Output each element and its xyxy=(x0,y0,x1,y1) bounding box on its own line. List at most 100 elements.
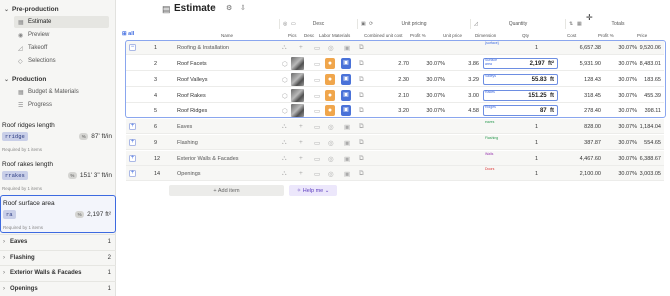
price-value[interactable]: 3,003.05 xyxy=(631,166,661,181)
add-icon[interactable]: + xyxy=(299,135,303,150)
user-icon[interactable]: ◎ xyxy=(328,151,334,166)
box-icon[interactable]: ▣ xyxy=(344,166,350,181)
price-value[interactable]: 183.65 xyxy=(631,72,661,87)
dimension-tag[interactable]: Flashing xyxy=(485,136,498,141)
dimension-tag[interactable]: eaves xyxy=(485,120,494,125)
table-row[interactable]: 3 Roof Valleys ⬡ ▭ ● ▣ ⧉ 2.30 30.07% 3.29 Valleys… xyxy=(126,72,664,87)
add-icon[interactable]: + xyxy=(299,119,303,134)
expand-toggle[interactable]: − xyxy=(129,44,136,51)
labor-icon[interactable]: ● xyxy=(325,90,335,101)
cost-value[interactable]: 4,467.60 xyxy=(566,151,601,166)
variable-card-rridge[interactable]: Roof ridges length rridge % 87' ft/in Re… xyxy=(0,118,116,156)
comment-icon[interactable]: ▭ xyxy=(314,103,320,118)
expand-toggle[interactable]: + xyxy=(129,139,136,146)
gear-icon[interactable]: ⚙ xyxy=(226,4,232,12)
roof-thumbnail[interactable] xyxy=(291,89,304,102)
group-icon[interactable]: ⛬ xyxy=(282,40,287,55)
add-icon[interactable]: + xyxy=(299,40,303,55)
link-icon[interactable]: ⧉ xyxy=(359,72,364,87)
column-group-unit-pricing[interactable]: ▣ ⟳ Unit pricing xyxy=(357,19,470,29)
row-name[interactable]: Roof Rakes xyxy=(177,88,206,103)
cost-value[interactable]: 387.87 xyxy=(566,135,601,150)
combined-unit-cost[interactable]: 3.20 xyxy=(374,103,409,118)
dimension-tag[interactable]: Walls xyxy=(485,152,493,157)
comment-icon[interactable]: ▭ xyxy=(314,56,320,71)
expand-toggle[interactable]: + xyxy=(129,123,136,130)
table-row[interactable]: +9 Flashing ⛬ + ▭ ◎ ▣ ⧉ Flashing 1 387.87 30.07% 554… xyxy=(126,135,664,150)
comment-icon[interactable]: ▭ xyxy=(314,151,320,166)
table-row[interactable]: − 1 Roofing & Installation ⛬ + ▭ ◎ ▣ ⧉ {surface} 1… xyxy=(126,40,664,55)
comment-icon[interactable]: ▭ xyxy=(314,72,320,87)
expand-all-link[interactable]: ⊞ all xyxy=(122,31,134,37)
user-icon[interactable]: ◎ xyxy=(328,40,334,55)
box-icon[interactable]: ▣ xyxy=(344,119,350,134)
roof-thumbnail[interactable] xyxy=(291,73,304,86)
variable-value[interactable]: % 151' 3" ft/in xyxy=(67,172,112,179)
link-icon[interactable]: ⧉ xyxy=(359,151,364,166)
unit-profit[interactable]: 30.07% xyxy=(410,88,445,103)
column-header-combined[interactable]: Combined unit cost xyxy=(364,33,403,40)
link-icon[interactable]: ⧉ xyxy=(359,166,364,181)
combined-unit-cost[interactable]: 2.10 xyxy=(374,88,409,103)
unit-profit[interactable]: 30.07% xyxy=(410,72,445,87)
price-value[interactable]: 398.11 xyxy=(631,103,661,118)
table-row[interactable]: +14 Openings ⛬ + ▭ ◎ ▣ ⧉ Doors 1 2,100.00 30.07% 3,0… xyxy=(126,166,664,181)
group-icon[interactable]: ⛬ xyxy=(282,151,287,166)
unit-price[interactable]: 4.58 xyxy=(446,103,479,118)
column-group-desc[interactable]: ◎ ▭ Desc xyxy=(279,19,357,29)
link-icon[interactable]: ⧉ xyxy=(359,103,364,118)
unit-price[interactable]: 3.86 xyxy=(446,56,479,71)
cube-icon[interactable]: ⬡ xyxy=(282,56,288,71)
help-me-button[interactable]: ✧ Help me ⌄ xyxy=(289,185,337,196)
price-value[interactable]: 9,520.06 xyxy=(631,40,661,55)
column-header-dimension[interactable]: Dimension xyxy=(475,33,496,40)
unit-profit[interactable]: 30.07% xyxy=(410,103,445,118)
group-icon[interactable]: ⛬ xyxy=(282,135,287,150)
labor-icon[interactable]: ● xyxy=(325,105,335,116)
user-icon[interactable]: ◎ xyxy=(328,166,334,181)
link-icon[interactable]: ⧉ xyxy=(359,135,364,150)
column-header-unit-price[interactable]: Unit price xyxy=(443,33,462,40)
column-header-profit-total[interactable]: Profit % xyxy=(598,33,614,40)
variable-card-rrakes[interactable]: Roof rakes length rrakes % 151' 3" ft/in… xyxy=(0,157,116,195)
group-icon[interactable]: ⛬ xyxy=(282,119,287,134)
dimension-field[interactable]: Rakes 151.25 ft xyxy=(483,90,558,101)
row-name[interactable]: Eaves xyxy=(177,119,192,134)
column-header-labor[interactable]: Labor xyxy=(319,33,331,40)
row-name[interactable]: Roof Facets xyxy=(177,56,207,71)
sidebar-item-selections[interactable]: ◇ Selections xyxy=(14,55,109,67)
row-name[interactable]: Roofing & Installation xyxy=(177,40,229,55)
price-value[interactable]: 8,483.01 xyxy=(631,56,661,71)
sidebar-section-production[interactable]: ⌄ Production xyxy=(0,73,115,85)
unit-price[interactable]: 3.29 xyxy=(446,72,479,87)
cost-value[interactable]: 828.00 xyxy=(566,119,601,134)
sidebar-item-budget[interactable]: ▦ Budget & Materials xyxy=(14,86,109,98)
cost-value[interactable]: 5,931.90 xyxy=(566,56,601,71)
price-value[interactable]: 1,184.04 xyxy=(631,119,661,134)
comment-icon[interactable]: ▭ xyxy=(314,40,320,55)
link-icon[interactable]: ⧉ xyxy=(359,119,364,134)
sidebar-group-openings[interactable]: › Openings 1 xyxy=(0,281,116,295)
column-header-price[interactable]: Price xyxy=(637,33,647,40)
column-group-totals[interactable]: ⇅ ▦ Totals xyxy=(565,19,670,29)
sidebar-item-takeoff[interactable]: ◿ Takeoff xyxy=(14,42,109,54)
row-name[interactable]: Flashing xyxy=(177,135,198,150)
price-value[interactable]: 554.65 xyxy=(631,135,661,150)
dimension-field[interactable]: Surface area 2,197 ft² xyxy=(483,58,558,69)
comment-icon[interactable]: ▭ xyxy=(314,135,320,150)
labor-icon[interactable]: ● xyxy=(325,58,335,69)
comment-icon[interactable]: ▭ xyxy=(314,166,320,181)
combined-unit-cost[interactable]: 2.30 xyxy=(374,72,409,87)
row-name[interactable]: Openings xyxy=(177,166,201,181)
qty-value[interactable]: 1 xyxy=(516,151,538,166)
qty-value[interactable]: 1 xyxy=(516,135,538,150)
materials-icon[interactable]: ▣ xyxy=(341,90,351,101)
price-value[interactable]: 455.39 xyxy=(631,88,661,103)
cube-icon[interactable]: ⬡ xyxy=(282,72,288,87)
price-value[interactable]: 6,388.67 xyxy=(631,151,661,166)
column-header-cost[interactable]: Cost xyxy=(567,33,576,40)
table-row[interactable]: +12 Exterior Walls & Facades ⛬ + ▭ ◎ ▣ ⧉ Walls 1 4… xyxy=(126,151,664,166)
cost-value[interactable]: 6,657.38 xyxy=(566,40,601,55)
labor-icon[interactable]: ● xyxy=(325,74,335,85)
add-icon[interactable]: + xyxy=(299,151,303,166)
